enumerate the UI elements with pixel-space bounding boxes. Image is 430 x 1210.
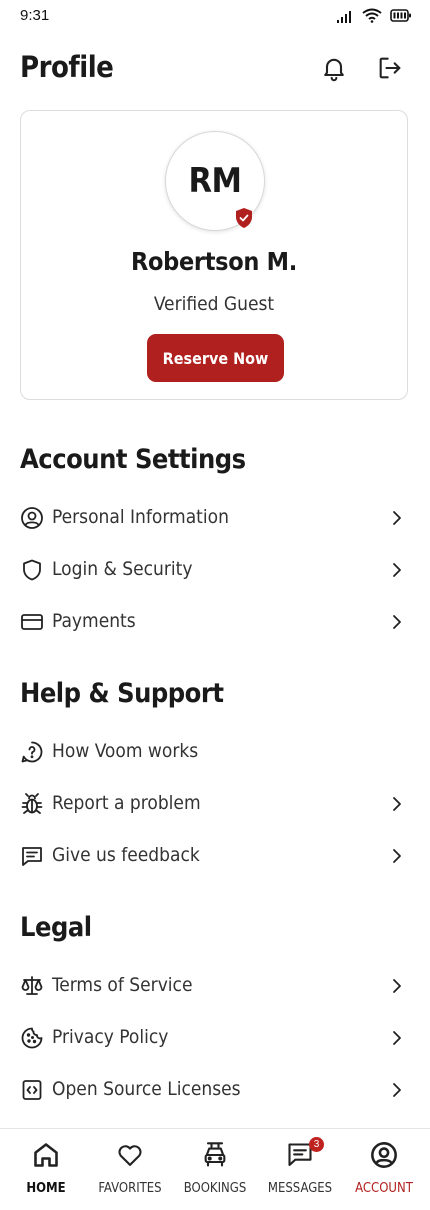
open-source-licenses-row[interactable]: Open Source Licenses [20,1069,410,1109]
wifi-icon [362,8,382,23]
row-label: Give us feedback [52,844,200,866]
nav-messages[interactable]: 3 MESSAGES [257,1129,343,1210]
page-header: Profile [20,46,410,90]
car-icon [204,1142,226,1167]
cookie-icon [21,1027,43,1049]
message-square-icon [22,847,42,866]
bottom-navigation: HOME FAVORITES BOOKINGS 3 MESSAGES ACCOU… [0,1128,430,1210]
user-circle-icon [21,507,43,529]
chevron-right-icon [393,797,401,811]
verified-shield-icon [236,208,252,228]
battery-icon [390,9,411,22]
shield-icon [23,559,41,581]
row-label: Terms of Service [52,974,193,996]
messages-badge: 3 [309,1137,324,1152]
bug-icon [21,793,43,814]
login-security-row[interactable]: Login & Security [20,549,410,589]
give-feedback-row[interactable]: Give us feedback [20,835,410,875]
heart-icon [118,1145,142,1166]
personal-information-row[interactable]: Personal Information [20,497,410,537]
profile-role: Verified Guest [153,293,275,315]
credit-card-icon [21,614,43,630]
nav-home[interactable]: HOME [3,1129,89,1210]
how-voom-works-row[interactable]: How Voom works [20,731,410,771]
bell-icon [324,58,344,82]
help-support-heading: Help & Support [20,678,224,709]
logout-icon [379,57,401,79]
profile-name: Robertson M. [130,247,297,276]
account-settings-heading: Account Settings [20,444,246,475]
chevron-right-icon [393,1031,401,1045]
chevron-right-icon [393,849,401,863]
scale-icon [21,976,43,995]
nav-account[interactable]: ACCOUNT [341,1129,427,1210]
signal-icon [337,10,351,23]
profile-card: RM Robertson M. Verified Guest Reserve N… [20,110,408,400]
chevron-right-icon [393,511,401,525]
privacy-policy-row[interactable]: Privacy Policy [20,1017,410,1057]
nav-label: MESSAGES [267,1181,333,1196]
nav-bookings[interactable]: BOOKINGS [172,1129,258,1210]
nav-favorites[interactable]: FAVORITES [87,1129,173,1210]
row-label: Login & Security [52,558,193,580]
row-label: Personal Information [52,506,229,528]
code-file-icon [22,1080,42,1100]
legal-heading: Legal [20,912,92,943]
row-label: Privacy Policy [52,1026,169,1048]
chevron-right-icon [393,1083,401,1097]
row-label: Open Source Licenses [52,1078,241,1100]
payments-row[interactable]: Payments [20,601,410,641]
row-label: Payments [52,610,136,632]
chevron-right-icon [393,979,401,993]
status-bar: 9:31 [0,0,430,34]
reserve-now-button[interactable]: Reserve Now [147,334,284,382]
chevron-right-icon [393,563,401,577]
status-time: 9:31 [20,7,50,24]
page-title: Profile [20,50,114,84]
logout-button[interactable] [376,54,404,82]
row-label: How Voom works [52,740,199,762]
account-icon [371,1142,397,1168]
row-label: Report a problem [52,792,201,814]
nav-label: FAVORITES [98,1181,162,1196]
terms-of-service-row[interactable]: Terms of Service [20,965,410,1005]
help-circle-icon [21,741,43,763]
home-icon [34,1143,58,1167]
chevron-right-icon [393,615,401,629]
nav-label: BOOKINGS [183,1181,247,1196]
notifications-button[interactable] [320,54,348,82]
report-problem-row[interactable]: Report a problem [20,783,410,823]
nav-label: HOME [26,1181,66,1196]
nav-label: ACCOUNT [355,1181,413,1196]
